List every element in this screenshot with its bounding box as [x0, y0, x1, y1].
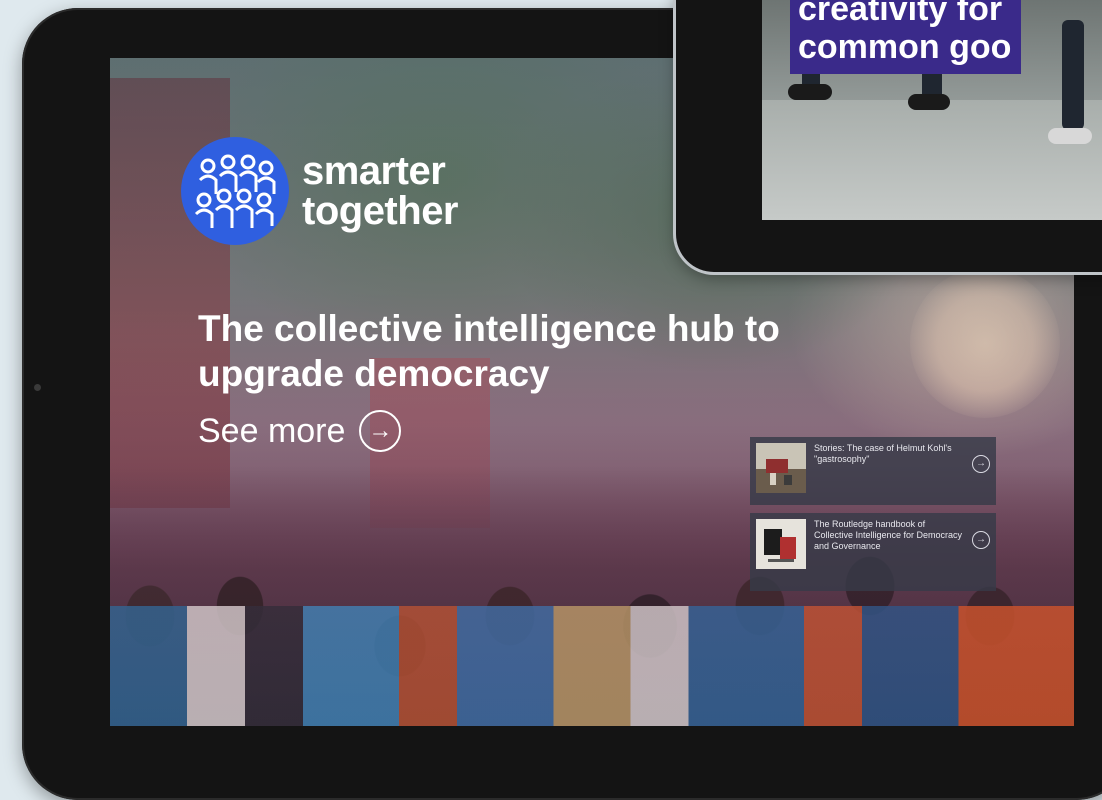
photo-leg: [1062, 20, 1084, 130]
story-card[interactable]: Stories: The case of Helmut Kohl's "gast…: [750, 437, 996, 505]
phone-photo-ground: [762, 100, 1102, 220]
logo-line-1: smarter: [302, 149, 446, 193]
arrow-right-circle-icon: →: [359, 410, 402, 452]
photo-thumbnail-icon: [756, 443, 806, 493]
logo-wordmark: smarter together: [302, 149, 459, 233]
arrow-right-circle-icon: →: [972, 455, 990, 473]
photo-shoe: [1048, 128, 1092, 144]
phone-headline-line-2: common goo: [798, 28, 1012, 66]
camera-dot: [34, 384, 41, 391]
arrow-right-circle-icon: →: [972, 531, 990, 549]
phone-headline: creativity for common goo: [790, 0, 1022, 74]
book-card-text: The Routledge handbook of Collective Int…: [814, 519, 963, 551]
photo-shoe: [908, 94, 950, 110]
hero-headline: The collective intelligence hub to upgra…: [198, 308, 780, 394]
photo-shoe: [788, 84, 832, 100]
book-cover-icon: [756, 519, 806, 569]
see-more-label: See more: [198, 411, 346, 450]
phone-device: creativity for common goo: [676, 0, 1102, 272]
crowd-logo-icon: [181, 137, 289, 245]
logo-line-2: together: [302, 189, 459, 233]
phone-headline-line-1: creativity for: [798, 0, 1003, 28]
site-logo[interactable]: smarter together: [180, 136, 459, 246]
phone-screen: creativity for common goo: [762, 0, 1102, 220]
see-more-link[interactable]: See more →: [198, 410, 402, 452]
story-card-text: Stories: The case of Helmut Kohl's "gast…: [814, 443, 952, 464]
book-card[interactable]: The Routledge handbook of Collective Int…: [750, 513, 996, 591]
